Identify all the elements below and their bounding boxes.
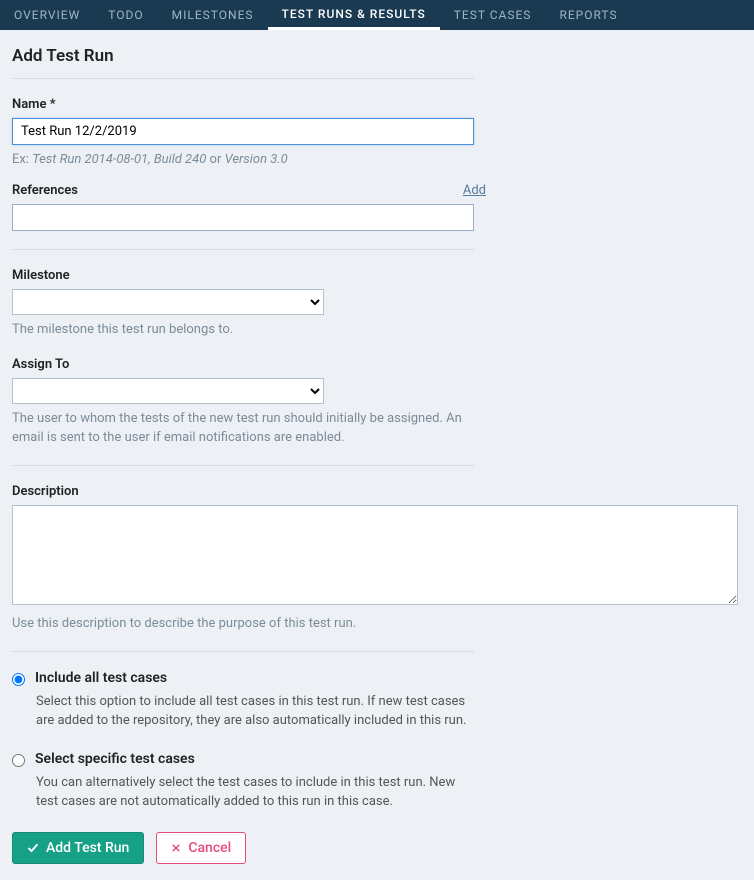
name-input[interactable] [12,118,474,145]
references-input[interactable] [12,204,474,231]
nav-test-cases[interactable]: TEST CASES [440,0,546,30]
nav-test-runs-results[interactable]: TEST RUNS & RESULTS [268,0,440,30]
description-help: Use this description to describe the pur… [12,615,742,633]
name-section: Name * Ex: Test Run 2014-08-01, Build 24… [12,97,742,169]
divider [12,249,474,250]
include-all-radio[interactable] [12,673,25,686]
milestone-select[interactable] [12,289,324,315]
divider [12,651,474,652]
assign-to-help: The user to whom the tests of the new te… [12,410,474,446]
include-all-section: Include all test cases Select this optio… [12,670,742,731]
page-title: Add Test Run [12,46,742,66]
description-textarea[interactable] [12,505,738,605]
check-icon [27,842,39,854]
references-section: References Add [12,183,742,231]
nav-todo[interactable]: TODO [94,0,157,30]
references-label: References [12,183,78,198]
references-add-link[interactable]: Add [463,183,486,198]
top-nav: OVERVIEW TODO MILESTONES TEST RUNS & RES… [0,0,754,30]
select-specific-section: Select specific test cases You can alter… [12,751,742,812]
assign-to-label: Assign To [12,357,742,372]
name-help: Ex: Test Run 2014-08-01, Build 240 or Ve… [12,151,742,169]
button-row: Add Test Run Cancel [12,832,742,864]
include-all-help: Select this option to include all test c… [36,692,476,731]
nav-overview[interactable]: OVERVIEW [0,0,94,30]
select-specific-radio[interactable] [12,754,25,767]
assign-to-select[interactable] [12,378,324,404]
milestone-label: Milestone [12,268,742,283]
name-label: Name * [12,97,742,112]
add-test-run-button[interactable]: Add Test Run [12,832,144,864]
milestone-help: The milestone this test run belongs to. [12,321,742,339]
page-content: Add Test Run Name * Ex: Test Run 2014-08… [0,30,754,880]
nav-milestones[interactable]: MILESTONES [158,0,268,30]
divider [12,78,474,79]
include-all-label[interactable]: Include all test cases [35,670,167,686]
select-specific-label[interactable]: Select specific test cases [35,751,195,767]
close-icon [171,843,181,853]
description-section: Description Use this description to desc… [12,484,742,633]
assign-to-section: Assign To The user to whom the tests of … [12,357,742,446]
divider [12,465,474,466]
cancel-button[interactable]: Cancel [156,832,246,864]
description-label: Description [12,484,742,499]
nav-reports[interactable]: REPORTS [545,0,631,30]
select-specific-help: You can alternatively select the test ca… [36,773,476,812]
milestone-section: Milestone The milestone this test run be… [12,268,742,339]
